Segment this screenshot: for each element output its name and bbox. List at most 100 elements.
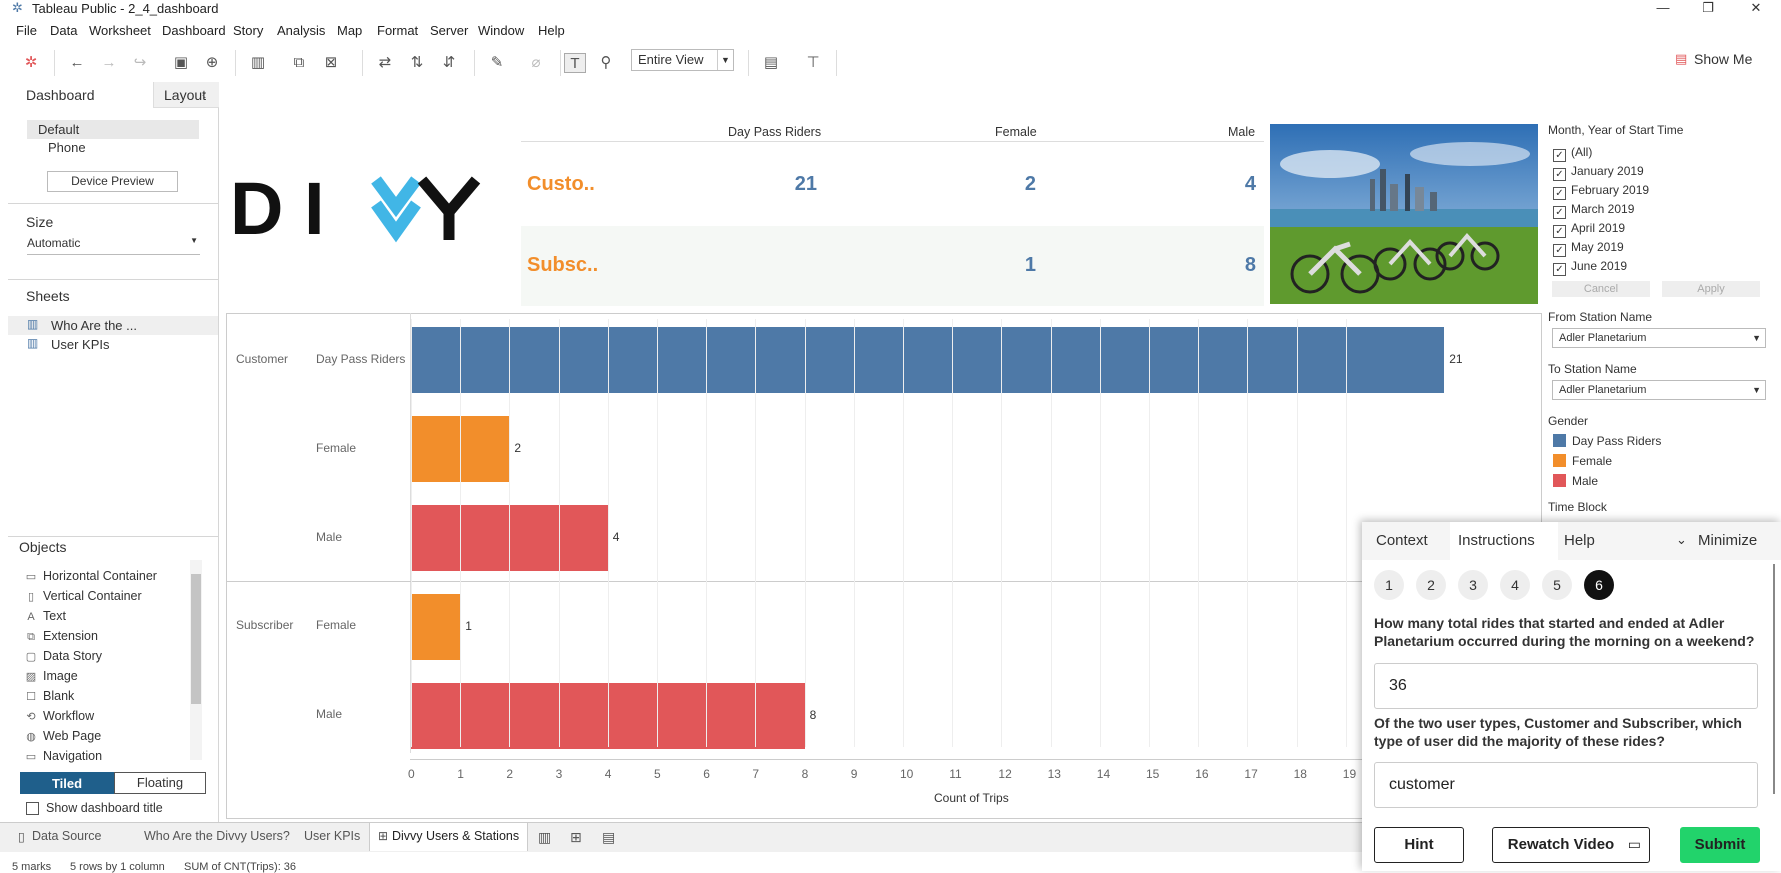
tab-user-kpis[interactable]: User KPIs (304, 829, 360, 843)
floating-toggle[interactable]: Floating (114, 772, 206, 794)
undo-icon[interactable]: ← (66, 53, 88, 73)
pin-icon[interactable]: ⚲ (595, 53, 617, 73)
month-option[interactable]: ✓ March 2019 (1553, 200, 1634, 219)
filter-apply-button[interactable]: Apply (1662, 281, 1760, 297)
from-station-select[interactable]: Adler Planetarium ▼ (1552, 328, 1766, 348)
tab-divvy-users-stations[interactable]: ⊞ Divvy Users & Stations (369, 823, 528, 851)
bar-customer-day-pass-riders[interactable] (411, 327, 1445, 393)
new-worksheet-icon[interactable]: ▥ (247, 53, 269, 73)
view-size-select[interactable]: Entire View ▼ (631, 49, 734, 71)
legend-item[interactable]: Day Pass Riders (1553, 432, 1661, 450)
chevron-down-icon[interactable]: ⌄ (1676, 532, 1687, 548)
attach-icon[interactable]: ⌀ (525, 53, 547, 73)
tab-layout[interactable]: Layout (153, 82, 219, 108)
highlight-icon[interactable]: ✎ (486, 53, 508, 73)
menu-window[interactable]: Window (478, 23, 524, 38)
menu-dashboard[interactable]: Dashboard (162, 23, 226, 38)
restore-window-icon[interactable]: ❐ (1693, 0, 1723, 17)
object-horizontal-container[interactable]: ▭ Horizontal Container (24, 566, 157, 586)
collapse-pane-icon[interactable]: ‹ (202, 87, 206, 102)
object-blank[interactable]: ☐ Blank (24, 686, 74, 706)
device-default[interactable]: Default (27, 120, 199, 139)
svg-text:D I: D I (230, 167, 325, 250)
object-extension[interactable]: ⧉ Extension (24, 626, 98, 646)
scrollbar-thumb[interactable] (191, 574, 201, 704)
rewatch-video-button[interactable]: Rewatch Video ▭ (1492, 827, 1650, 863)
step-1[interactable]: 1 (1374, 570, 1404, 600)
show-me-button[interactable]: Show Me (1694, 51, 1752, 67)
menu-format[interactable]: Format (377, 23, 418, 38)
filter-cancel-button[interactable]: Cancel (1552, 281, 1650, 297)
sort-descending-icon[interactable]: ⇵ (438, 53, 460, 73)
new-story-tab-icon[interactable]: ▤ (602, 829, 615, 846)
tab-instructions[interactable]: Instructions (1458, 532, 1535, 549)
menu-file[interactable]: File (16, 23, 37, 38)
tiled-toggle[interactable]: Tiled (20, 772, 114, 794)
show-title-checkbox[interactable] (26, 802, 39, 815)
duplicate-sheet-icon[interactable]: ⧉ (288, 53, 310, 73)
object-workflow[interactable]: ⟲ Workflow (24, 706, 94, 726)
submit-button[interactable]: Submit (1680, 827, 1760, 863)
menu-worksheet[interactable]: Worksheet (89, 23, 151, 38)
step-5[interactable]: 5 (1542, 570, 1572, 600)
size-select[interactable]: Automatic ▼ (27, 236, 200, 255)
menu-analysis[interactable]: Analysis (277, 23, 325, 38)
month-option[interactable]: ✓ June 2019 (1553, 257, 1627, 276)
clear-sheet-icon[interactable]: ⊠ (320, 53, 342, 73)
new-dashboard-tab-icon[interactable]: ⊞ (570, 829, 582, 846)
step-2[interactable]: 2 (1416, 570, 1446, 600)
redo-icon[interactable]: → (98, 53, 120, 73)
replay-icon[interactable]: ↪ (129, 53, 151, 73)
menu-map[interactable]: Map (337, 23, 362, 38)
object-web-page[interactable]: ◍ Web Page (24, 726, 101, 746)
object-image[interactable]: ▨ Image (24, 666, 78, 686)
object-data-story[interactable]: ▢ Data Story (24, 646, 102, 666)
menu-help[interactable]: Help (538, 23, 565, 38)
object-navigation[interactable]: ▭ Navigation (24, 746, 102, 766)
sort-ascending-icon[interactable]: ⇅ (406, 53, 428, 73)
step-3[interactable]: 3 (1458, 570, 1488, 600)
step-6[interactable]: 6 (1584, 570, 1614, 600)
x-tick-label: 14 (1096, 767, 1111, 781)
sheet-item-who-are[interactable]: ▥ Who Are the ... (8, 316, 218, 335)
minimize-button[interactable]: Minimize (1698, 532, 1757, 549)
month-option[interactable]: ✓ (All) (1553, 143, 1592, 162)
menu-server[interactable]: Server (430, 23, 468, 38)
objects-scrollbar[interactable] (190, 560, 202, 760)
new-data-source-icon[interactable]: ⊕ (201, 53, 223, 73)
answer-2-input[interactable]: customer (1374, 762, 1758, 808)
swap-rows-columns-icon[interactable]: ⇄ (374, 53, 396, 73)
legend-item[interactable]: Male (1553, 472, 1598, 490)
instructions-scrollbar[interactable] (1773, 564, 1775, 794)
month-option[interactable]: ✓ January 2019 (1553, 162, 1644, 181)
hint-button[interactable]: Hint (1374, 827, 1464, 863)
save-icon[interactable]: ▣ (170, 53, 192, 73)
new-worksheet-tab-icon[interactable]: ▥ (538, 829, 551, 846)
sheet-item-user-kpis[interactable]: ▥ User KPIs (8, 335, 218, 354)
show-mark-labels-icon[interactable]: T (564, 53, 586, 73)
tableau-home-icon[interactable]: ✲ (20, 53, 42, 73)
object-text[interactable]: A Text (24, 606, 66, 626)
close-window-icon[interactable]: ✕ (1741, 0, 1771, 17)
presentation-mode-icon[interactable]: ⊤ (802, 53, 824, 73)
legend-item[interactable]: Female (1553, 452, 1612, 470)
presentation-chart-icon[interactable]: ▤ (760, 53, 782, 73)
tab-data-source[interactable]: Data Source (32, 829, 101, 843)
answer-1-input[interactable]: 36 (1374, 663, 1758, 709)
bar-subscriber-female[interactable] (411, 594, 461, 660)
month-option[interactable]: ✓ February 2019 (1553, 181, 1649, 200)
menu-story[interactable]: Story (233, 23, 263, 38)
tab-who-are-users[interactable]: Who Are the Divvy Users? (144, 829, 290, 843)
tab-context[interactable]: Context (1376, 532, 1428, 549)
month-option[interactable]: ✓ May 2019 (1553, 238, 1624, 257)
device-preview-button[interactable]: Device Preview (47, 171, 178, 192)
to-station-select[interactable]: Adler Planetarium ▼ (1552, 380, 1766, 400)
tab-dashboard[interactable]: Dashboard (16, 82, 153, 108)
step-4[interactable]: 4 (1500, 570, 1530, 600)
month-option[interactable]: ✓ April 2019 (1553, 219, 1625, 238)
menu-data[interactable]: Data (50, 23, 77, 38)
object-vertical-container[interactable]: ▯ Vertical Container (24, 586, 142, 606)
tab-help[interactable]: Help (1564, 532, 1595, 549)
device-phone[interactable]: Phone (48, 140, 86, 155)
minimize-window-icon[interactable]: — (1648, 0, 1678, 17)
